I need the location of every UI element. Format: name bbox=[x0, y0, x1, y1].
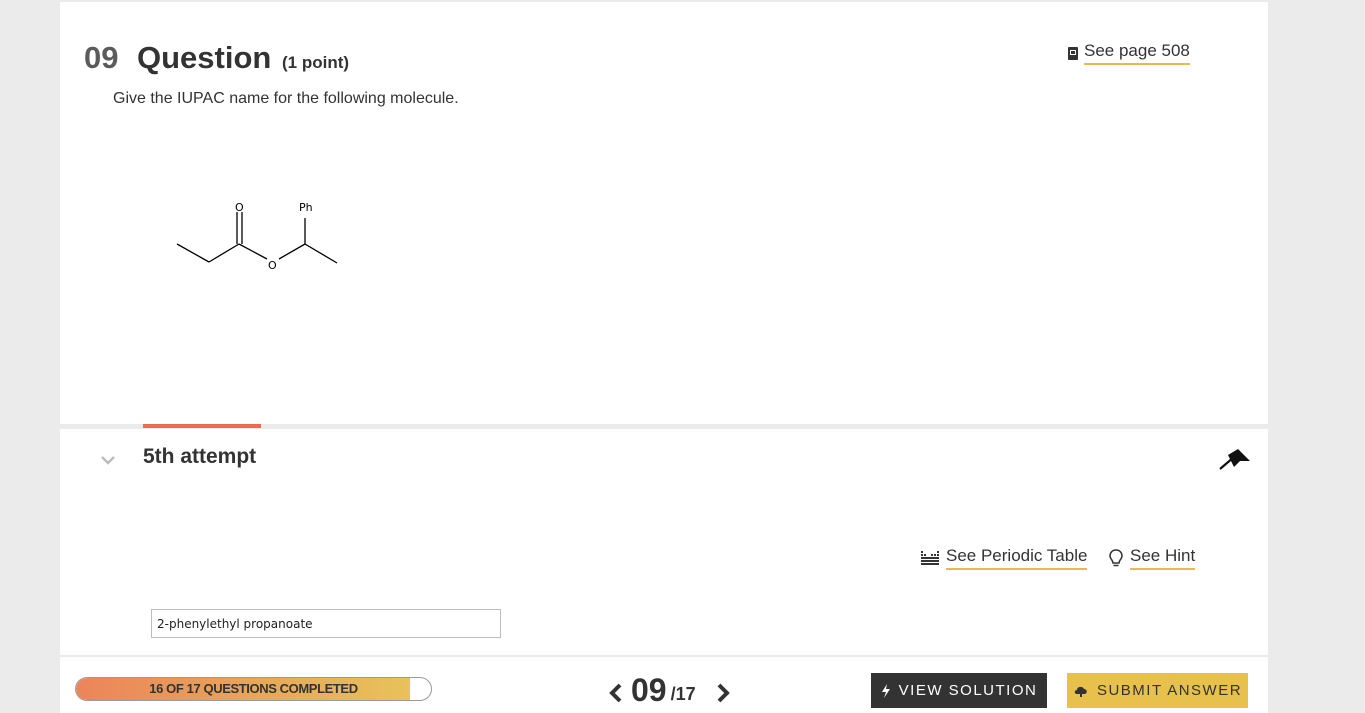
submit-answer-label: SUBMIT ANSWER bbox=[1096, 682, 1243, 699]
question-number: 09 bbox=[84, 40, 119, 75]
molecule-structure: O O Ph bbox=[176, 201, 338, 272]
question-title: Question bbox=[137, 40, 272, 75]
total-questions: /17 bbox=[670, 684, 696, 704]
progress-bar: 16 OF 17 QUESTIONS COMPLETED bbox=[75, 677, 432, 701]
attempt-tab-indicator bbox=[143, 424, 261, 428]
ebook-icon bbox=[1068, 46, 1078, 60]
phenyl-label: Ph bbox=[299, 201, 313, 214]
chevron-right-icon[interactable] bbox=[712, 678, 734, 708]
periodic-table-icon bbox=[921, 551, 939, 565]
see-periodic-table-label: See Periodic Table bbox=[946, 546, 1088, 570]
see-hint-label: See Hint bbox=[1130, 546, 1196, 570]
chevron-left-icon[interactable] bbox=[605, 678, 627, 708]
attempt-label: 5th attempt bbox=[143, 445, 257, 468]
bond bbox=[238, 243, 268, 260]
flag-icon[interactable] bbox=[1218, 447, 1252, 471]
see-hint-link[interactable]: See Hint bbox=[1108, 546, 1196, 570]
bond bbox=[304, 243, 338, 264]
ester-oxygen-label: O bbox=[268, 259, 277, 272]
bond bbox=[278, 243, 306, 260]
bond bbox=[208, 243, 240, 263]
bond bbox=[176, 243, 210, 263]
carbonyl-oxygen-label: O bbox=[235, 201, 244, 214]
footer-bar: 16 OF 17 QUESTIONS COMPLETED 09 /17 VIEW… bbox=[60, 657, 1268, 713]
current-question-number: 09 bbox=[631, 672, 667, 708]
progress-label: 16 OF 17 QUESTIONS COMPLETED bbox=[149, 681, 358, 696]
lightning-icon bbox=[881, 683, 890, 698]
question-pager: 09 /17 bbox=[605, 672, 734, 708]
chevron-down-icon[interactable] bbox=[99, 451, 117, 469]
submit-answer-button[interactable]: SUBMIT ANSWER bbox=[1067, 673, 1248, 708]
see-page-label: See page 508 bbox=[1084, 41, 1190, 65]
question-points: (1 point) bbox=[282, 53, 350, 72]
answer-input[interactable] bbox=[151, 609, 501, 638]
cloud-upload-icon bbox=[1074, 686, 1087, 697]
see-page-link[interactable]: See page 508 bbox=[1068, 41, 1190, 65]
question-text: Give the IUPAC name for the following mo… bbox=[113, 90, 459, 107]
view-solution-button[interactable]: VIEW SOLUTION bbox=[871, 673, 1047, 708]
lightbulb-icon bbox=[1109, 549, 1123, 567]
view-solution-label: VIEW SOLUTION bbox=[898, 682, 1038, 699]
question-card: 09 Question (1 point) Give the IUPAC nam… bbox=[60, 2, 1268, 424]
see-periodic-table-link[interactable]: See Periodic Table bbox=[920, 546, 1088, 570]
attempt-card: 5th attempt See Periodic Table See Hint bbox=[60, 429, 1268, 655]
